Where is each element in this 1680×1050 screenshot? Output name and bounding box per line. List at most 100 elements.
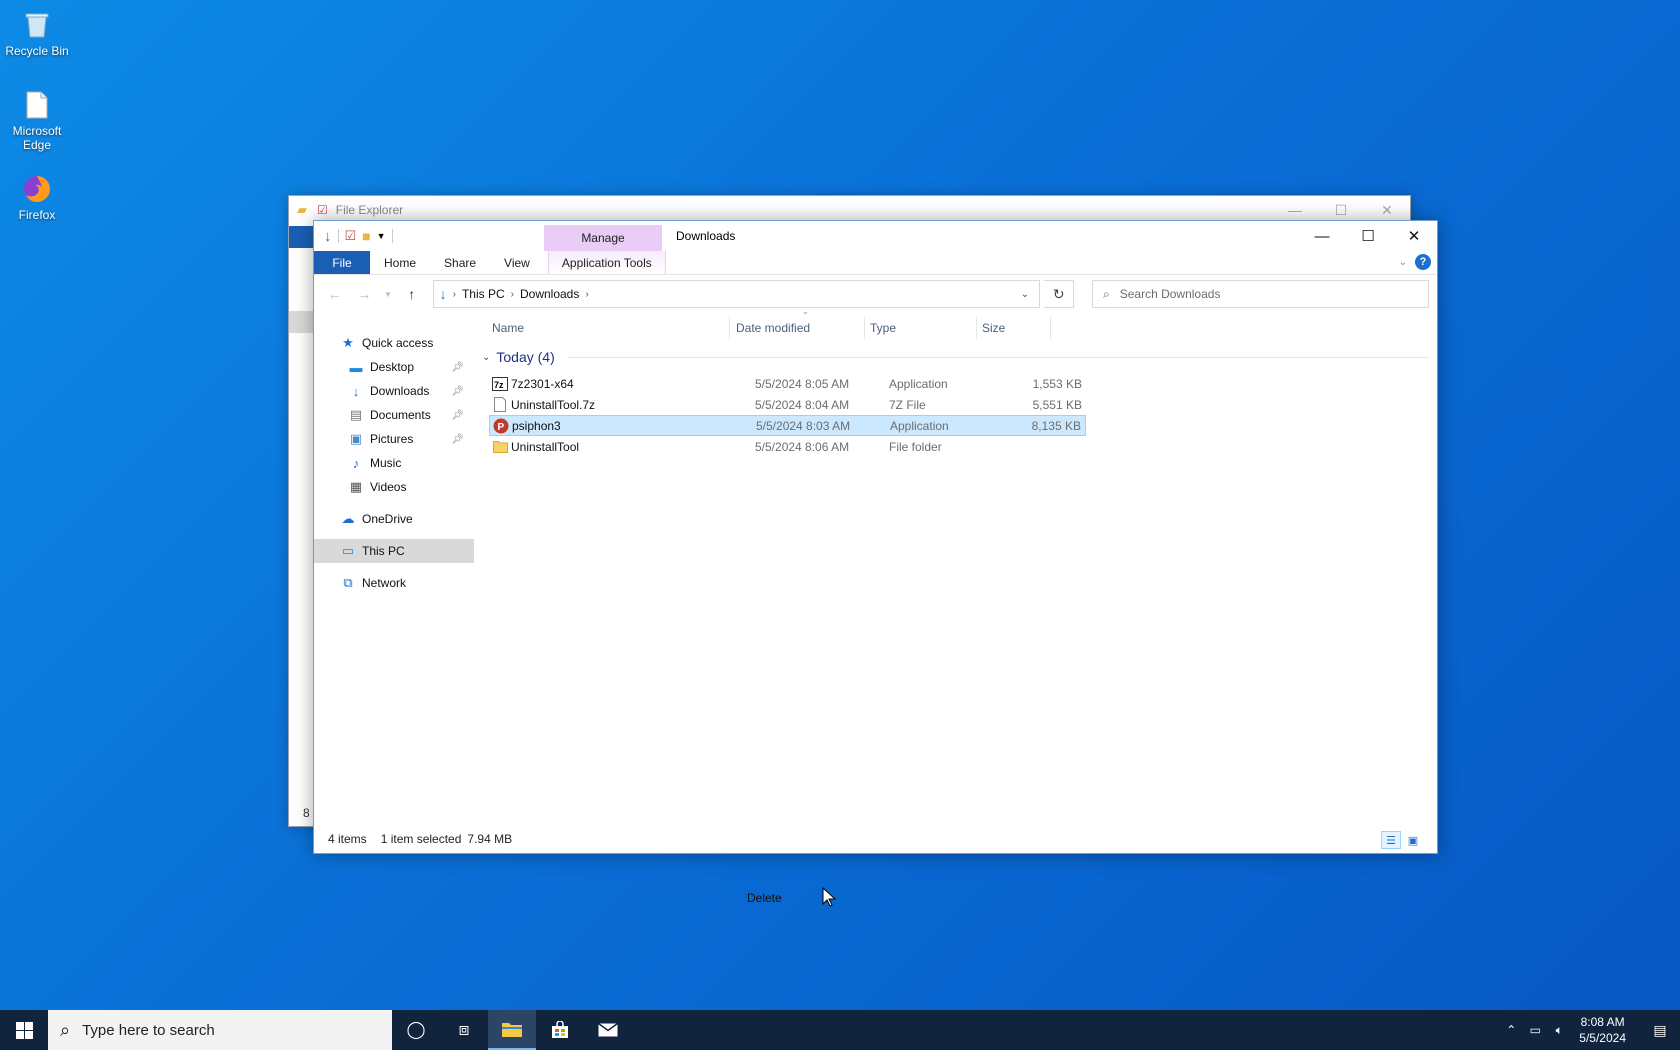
breadcrumb-downloads[interactable]: Downloads: [520, 287, 579, 301]
file-size: 5,551 KB: [1032, 397, 1082, 412]
desktop-icon-firefox[interactable]: Firefox: [0, 172, 74, 222]
help-icon[interactable]: ?: [1415, 254, 1431, 270]
svg-text:P: P: [498, 422, 505, 433]
notification-center-icon[interactable]: ▤: [1640, 1022, 1680, 1039]
address-dropdown-icon[interactable]: ⌄: [1009, 281, 1039, 307]
column-size[interactable]: Size: [982, 321, 1005, 335]
breadcrumb-this-pc[interactable]: This PC: [462, 287, 505, 301]
file-list[interactable]: Name ⌄ Date modified Type Size ⌄ Today (…: [474, 307, 1437, 907]
desktop-icon-recycle-bin[interactable]: Recycle Bin: [0, 8, 74, 58]
background-window-title: File Explorer: [335, 203, 404, 217]
minimize-button[interactable]: —: [1299, 221, 1345, 251]
file-row-selected[interactable]: P psiphon3 5/5/2024 8:03 AM Application …: [489, 415, 1086, 436]
tab-file[interactable]: File: [314, 251, 370, 274]
nav-onedrive[interactable]: ☁ OneDrive: [314, 507, 474, 531]
nav-item-music[interactable]: ♪ Music: [314, 451, 474, 475]
nav-item-downloads[interactable]: ↓ Downloads 📌︎: [314, 379, 474, 403]
recycle-bin-icon: [20, 8, 54, 42]
file-date: 5/5/2024 8:03 AM: [756, 418, 851, 433]
clock[interactable]: 8:08 AM 5/5/2024: [1571, 1014, 1640, 1046]
nav-label: Documents: [370, 408, 431, 422]
tab-application-tools[interactable]: Application Tools: [547, 251, 666, 274]
ribbon-tabs: File Home Share View Application Tools ⌄…: [314, 251, 1437, 275]
volume-muted-icon[interactable]: 🔈︎: [1547, 1023, 1571, 1038]
file-row[interactable]: UninstallTool.7z 5/5/2024 8:04 AM 7Z Fil…: [489, 394, 1086, 415]
back-button[interactable]: ←: [322, 281, 348, 307]
file-shortcut-icon: [20, 88, 54, 122]
chevron-up-icon[interactable]: ⌃: [1499, 1023, 1523, 1037]
nav-item-desktop[interactable]: ▬ Desktop 📌︎: [314, 355, 474, 379]
details-view-icon[interactable]: ☰: [1381, 831, 1401, 849]
windows-logo-icon: [15, 1021, 33, 1039]
videos-icon: ▦: [349, 479, 363, 494]
nav-label: Pictures: [370, 432, 414, 446]
checkmark-icon: ☑: [317, 203, 328, 217]
window-title: Downloads: [676, 229, 736, 243]
titlebar: ↓ ☑ ■ ▼ Manage Downloads — ☐ ✕: [314, 221, 1437, 251]
file-date: 5/5/2024 8:04 AM: [755, 397, 850, 412]
download-arrow-icon: ↓: [324, 227, 332, 245]
folder-icon: ▰: [297, 202, 307, 217]
background-file-tab[interactable]: [289, 226, 313, 248]
taskbar-file-explorer[interactable]: [488, 1010, 536, 1050]
nav-label: Videos: [370, 480, 407, 494]
properties-icon[interactable]: ☑: [345, 228, 357, 244]
archive-file-icon: [492, 397, 508, 413]
nav-this-pc[interactable]: ▭ This PC: [314, 539, 474, 563]
expand-ribbon-icon[interactable]: ⌄: [1399, 257, 1407, 268]
chevron-right-icon[interactable]: ›: [585, 289, 588, 300]
pin-icon: 📌︎: [451, 433, 464, 445]
address-bar[interactable]: ↓ › This PC › Downloads › ⌄: [432, 280, 1041, 308]
nav-item-documents[interactable]: ▤ Documents 📌︎: [314, 403, 474, 427]
status-selected: 1 item selected: [380, 832, 462, 846]
column-name[interactable]: Name: [492, 321, 524, 335]
network-icon[interactable]: ▭: [1523, 1023, 1547, 1037]
refresh-button[interactable]: ↻: [1044, 280, 1074, 308]
documents-icon: ▤: [349, 407, 363, 422]
group-header-today[interactable]: ⌄ Today (4): [482, 349, 1429, 365]
file-row[interactable]: UninstallTool 5/5/2024 8:06 AM File fold…: [489, 436, 1086, 457]
column-type[interactable]: Type: [870, 321, 896, 335]
start-button[interactable]: [0, 1010, 48, 1050]
nav-network[interactable]: ⧉ Network: [314, 571, 474, 595]
up-button[interactable]: ↑: [399, 281, 425, 307]
large-icons-view-icon[interactable]: ▣: [1403, 831, 1423, 849]
downloads-window[interactable]: ↓ ☑ ■ ▼ Manage Downloads — ☐ ✕ File Home…: [313, 220, 1438, 907]
nav-label: Quick access: [362, 336, 434, 350]
taskbar-search-box[interactable]: ⌕ Type here to search: [48, 1010, 392, 1050]
task-view-button[interactable]: ⧈: [440, 1010, 488, 1050]
file-date: 5/5/2024 8:05 AM: [755, 376, 850, 391]
nav-quick-access[interactable]: ★ Quick access: [314, 331, 474, 355]
nav-label: Network: [362, 576, 407, 590]
chevron-right-icon[interactable]: ›: [453, 289, 456, 300]
tab-share[interactable]: Share: [430, 251, 490, 274]
file-date: 5/5/2024 8:06 AM: [755, 439, 850, 454]
downloads-icon: ↓: [352, 383, 360, 399]
close-button[interactable]: ✕: [1391, 221, 1437, 251]
folder-icon: [492, 439, 508, 455]
new-folder-icon[interactable]: ■: [362, 228, 370, 244]
taskbar-store[interactable]: [536, 1010, 584, 1050]
search-box[interactable]: ⌕ Search Downloads: [1091, 280, 1429, 308]
tab-home[interactable]: Home: [370, 251, 430, 274]
maximize-button[interactable]: ☐: [1345, 221, 1391, 251]
file-row[interactable]: 7z 7z2301-x64 5/5/2024 8:05 AM Applicati…: [489, 373, 1086, 394]
tab-view[interactable]: View: [490, 251, 544, 274]
store-icon: [552, 1021, 568, 1038]
file-type: File folder: [889, 439, 942, 454]
nav-label: Music: [370, 456, 402, 470]
column-date-modified[interactable]: Date modified: [736, 321, 810, 335]
chevron-right-icon[interactable]: ›: [511, 289, 514, 300]
recent-locations-button[interactable]: ▼: [381, 281, 395, 307]
file-name: psiphon3: [512, 418, 561, 433]
forward-button[interactable]: →: [352, 281, 378, 307]
nav-item-videos[interactable]: ▦ Videos: [314, 475, 474, 499]
nav-item-pictures[interactable]: ▣ Pictures 📌︎: [314, 427, 474, 451]
psiphon-app-icon: P: [493, 418, 509, 434]
system-tray: ⌃ ▭ 🔈︎ 8:08 AM 5/5/2024 ▤: [1499, 1010, 1680, 1050]
taskbar-mail[interactable]: [584, 1010, 632, 1050]
network-icon: ⧉: [343, 575, 353, 590]
customize-qat-icon[interactable]: ▼: [377, 231, 386, 241]
cortana-button[interactable]: ◯: [392, 1010, 440, 1050]
desktop-icon-edge[interactable]: Microsoft Edge: [0, 88, 74, 152]
